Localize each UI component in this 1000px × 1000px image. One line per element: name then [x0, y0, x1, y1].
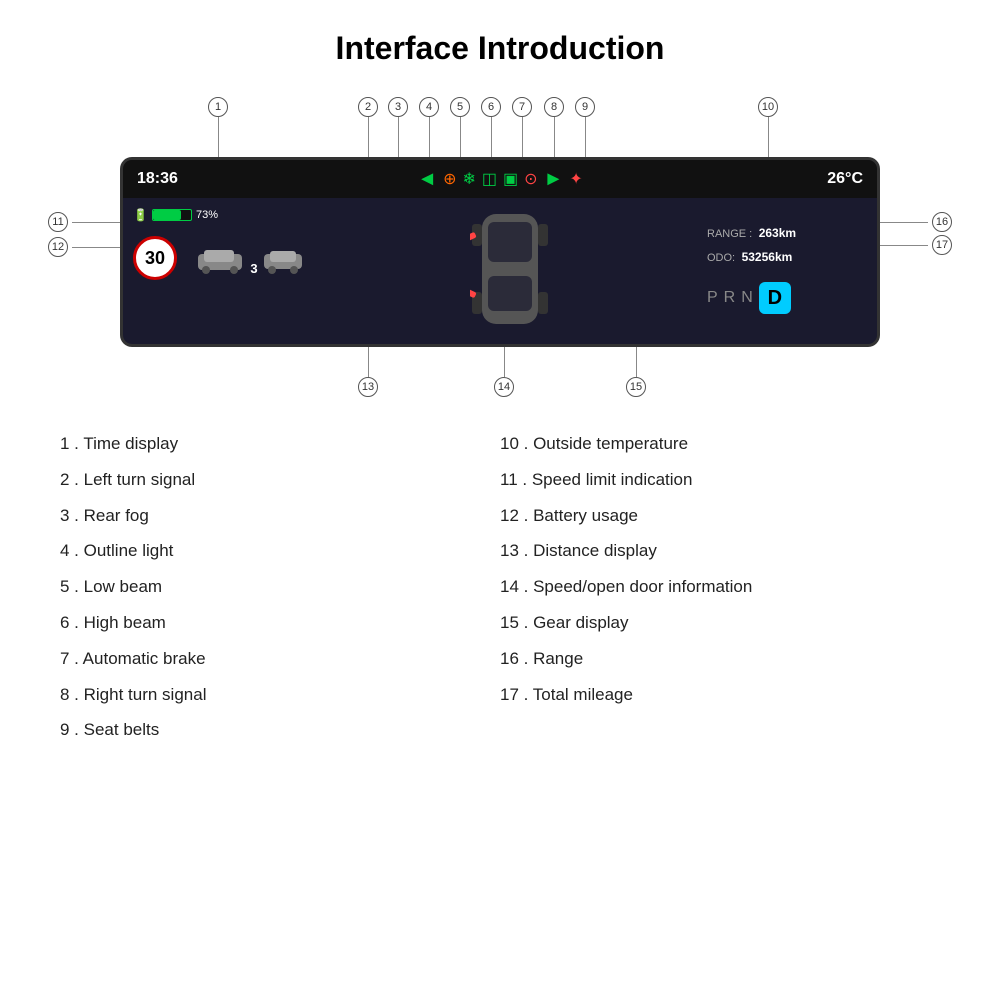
callout-2: 2	[358, 97, 378, 157]
dashboard-screen: 18:36 ◄ ⊕ ❄ ◫ ▣ ⊙ ► ✦ 26°C 🔋	[120, 157, 880, 347]
rear-fog-icon: ⊕	[443, 169, 456, 189]
bottom-callouts: 13 14 15	[120, 347, 880, 402]
gear-active-d: D	[759, 282, 791, 314]
callout-9: 9	[575, 97, 595, 157]
range-value: 263km	[759, 226, 796, 240]
battery-usage-icon: 🔋	[133, 208, 148, 222]
callout-7: 7	[512, 97, 532, 157]
screen-area: 11 12 16 17 18:36 ◄ ⊕ ❄ ◫	[120, 157, 880, 347]
legend-item-16: 16 . Range	[500, 647, 940, 671]
callout-3: 3	[388, 97, 408, 157]
gear-p: P	[707, 289, 718, 307]
legend-item-2: 2 . Left turn signal	[60, 468, 500, 492]
seat-belt-icon: ✦	[569, 169, 582, 189]
top-callouts: 1 2 3 4 5 6 7	[120, 87, 880, 157]
screen-top-bar: 18:36 ◄ ⊕ ❄ ◫ ▣ ⊙ ► ✦ 26°C	[123, 160, 877, 198]
legend-item-10: 10 . Outside temperature	[500, 432, 940, 456]
legend-left-col: 1 . Time display 2 . Left turn signal 3 …	[60, 432, 500, 742]
range-label: RANGE :	[707, 228, 752, 240]
legend-item-5: 5 . Low beam	[60, 575, 500, 599]
legend-item-9: 9 . Seat belts	[60, 718, 500, 742]
callout-5: 5	[450, 97, 470, 157]
range-display: RANGE : 263km	[707, 224, 867, 242]
gear-r: R	[724, 289, 736, 307]
speed-limit-sign: 30	[133, 236, 177, 280]
screen-body: 🔋 73% 30	[123, 198, 877, 340]
distance-number: 3	[250, 261, 257, 276]
screen-icons: ◄ ⊕ ❄ ◫ ▣ ⊙ ► ✦	[417, 168, 582, 191]
callout-14: 14	[494, 347, 514, 397]
battery-fill	[153, 210, 181, 220]
legend-item-4: 4 . Outline light	[60, 539, 500, 563]
left-turn-icon: ◄	[417, 168, 437, 191]
outline-light-icon: ❄	[462, 169, 475, 189]
battery-row: 🔋 73%	[133, 208, 313, 222]
legend-item-7: 7 . Automatic brake	[60, 647, 500, 671]
screen-time: 18:36	[137, 170, 178, 188]
legend-item-6: 6 . High beam	[60, 611, 500, 635]
legend-item-12: 12 . Battery usage	[500, 504, 940, 528]
odo-value: 53256km	[742, 250, 793, 264]
legend-right-col: 10 . Outside temperature 11 . Speed limi…	[500, 432, 940, 742]
callout-8: 8	[544, 97, 564, 157]
high-beam-icon: ▣	[503, 169, 518, 189]
callout-1: 1	[208, 97, 228, 157]
battery-percentage: 73%	[196, 209, 218, 221]
screen-temp: 26°C	[827, 170, 863, 188]
screen-right: RANGE : 263km ODO: 53256km P R N D	[707, 204, 867, 334]
legend-section: 1 . Time display 2 . Left turn signal 3 …	[0, 412, 1000, 742]
callout-4: 4	[419, 97, 439, 157]
legend-item-15: 15 . Gear display	[500, 611, 940, 635]
gear-display: P R N D	[707, 282, 867, 314]
callout-6: 6	[481, 97, 501, 157]
legend-item-17: 17 . Total mileage	[500, 683, 940, 707]
right-turn-icon: ►	[544, 168, 564, 191]
legend-item-14: 14 . Speed/open door information	[500, 575, 940, 599]
auto-brake-icon: ⊙	[524, 169, 537, 189]
screen-left: 🔋 73% 30	[133, 204, 313, 334]
odo-label: ODO:	[707, 252, 735, 264]
dashboard-wrapper: 1 2 3 4 5 6 7	[120, 87, 880, 402]
screen-center	[321, 204, 699, 334]
legend-item-8: 8 . Right turn signal	[60, 683, 500, 707]
legend-item-3: 3 . Rear fog	[60, 504, 500, 528]
callout-10: 10	[758, 97, 778, 157]
odo-display: ODO: 53256km	[707, 248, 867, 266]
low-beam-icon: ◫	[482, 169, 497, 189]
car-top-view-svg	[470, 204, 550, 334]
car-left-svg	[194, 246, 246, 276]
car-right-svg	[262, 248, 304, 276]
callout-15: 15	[626, 347, 646, 397]
page-title: Interface Introduction	[0, 0, 1000, 87]
legend-item-1: 1 . Time display	[60, 432, 500, 456]
callout-13: 13	[358, 347, 378, 397]
legend-item-11: 11 . Speed limit indication	[500, 468, 940, 492]
legend-item-13: 13 . Distance display	[500, 539, 940, 563]
battery-bar	[152, 209, 192, 221]
gear-n: N	[741, 289, 753, 307]
